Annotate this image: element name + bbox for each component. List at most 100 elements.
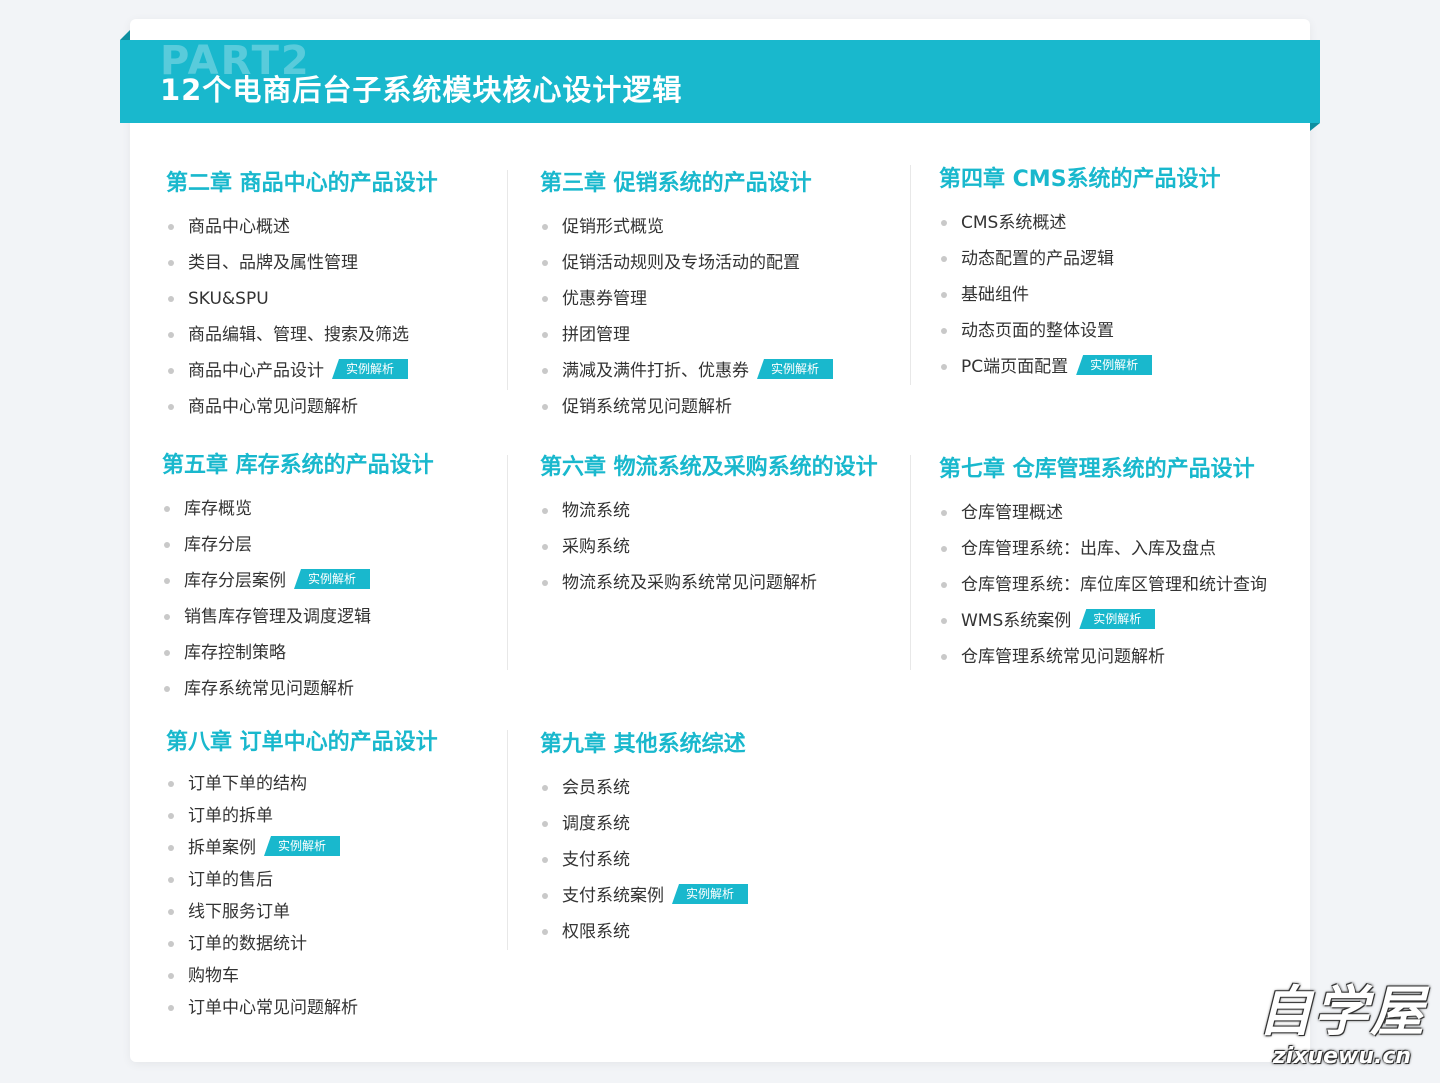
list-item: 订单的拆单 [166, 800, 438, 832]
list-item-text: PC端页面配置 [961, 357, 1069, 377]
column-divider [910, 165, 911, 385]
list-item: 订单下单的结构 [166, 768, 438, 800]
list-item-text: 权限系统 [562, 922, 630, 942]
list-item-text: 优惠券管理 [562, 289, 647, 309]
bullet-dot-icon [164, 542, 170, 548]
list-item-text: 商品中心常见问题解析 [188, 397, 358, 417]
chapter-3: 第三章 促销系统的产品设计 促销形式概览 促销活动规则及专场活动的配置 优惠券管理拼… [540, 165, 834, 425]
list-item: 类目、品牌及属性管理 [166, 245, 438, 281]
bullet-dot-icon [168, 877, 174, 883]
banner-fold-left [120, 30, 130, 40]
list-item-text: 物流系统及采购系统常见问题解析 [562, 573, 817, 593]
list-item-text: 仓库管理概述 [961, 503, 1063, 523]
chapter-item-list: 商品中心概述 类目、品牌及属性管理 SKU&SPU 商品编辑、管理、搜索及筛选 商品中心… [166, 209, 438, 425]
list-item-text: 订单的拆单 [188, 806, 273, 826]
list-item-text: 促销活动规则及专场活动的配置 [562, 253, 800, 273]
bullet-dot-icon [168, 404, 174, 410]
list-item-text: 商品中心概述 [188, 217, 290, 237]
example-badge: 实例解析 [672, 884, 749, 904]
list-item: 优惠券管理 [540, 281, 833, 317]
bullet-dot-icon [941, 618, 947, 624]
chapter-item-list: 库存概览 库存分层 库存分层案例 实例解析 销售库存管理及调度逻辑 库存控制策略 库存系统常… [162, 491, 434, 707]
list-item: 库存控制策略 [162, 635, 434, 671]
chapter-item-list: 会员系统 调度系统 支付系统 支付系统案例 实例解析 权限系统 [540, 770, 749, 950]
chapter-title: 第八章 订单中心的产品设计 [166, 730, 438, 755]
list-item: SKU&SPU [166, 281, 438, 317]
watermark-en: zixuewu.cn [1272, 1044, 1412, 1069]
list-item-text: 动态配置的产品逻辑 [961, 249, 1114, 269]
list-item-text: 会员系统 [562, 778, 630, 798]
bullet-dot-icon [168, 296, 174, 302]
bullet-dot-icon [542, 821, 548, 827]
bullet-dot-icon [542, 508, 548, 514]
list-item: 库存分层案例 实例解析 [162, 563, 434, 599]
bullet-dot-icon [164, 614, 170, 620]
list-item: 动态配置的产品逻辑 [939, 241, 1221, 277]
list-item-text: 订单中心常见问题解析 [188, 998, 358, 1018]
list-item: 动态页面的整体设置 [939, 313, 1221, 349]
bullet-dot-icon [168, 909, 174, 915]
bullet-dot-icon [164, 686, 170, 692]
list-item: 库存概览 [162, 491, 434, 527]
part-banner: PART2 12个电商后台子系统模块核心设计逻辑 [120, 40, 1320, 123]
example-badge: 实例解析 [757, 359, 834, 379]
example-badge: 实例解析 [1079, 609, 1156, 629]
list-item-text: 订单的数据统计 [188, 934, 307, 954]
list-item-text: 商品中心产品设计 [188, 361, 324, 381]
bullet-dot-icon [941, 220, 947, 226]
list-item-text: 购物车 [188, 966, 239, 986]
bullet-dot-icon [168, 260, 174, 266]
list-item: 订单中心常见问题解析 [166, 992, 438, 1024]
chapter-item-list: 促销形式概览 促销活动规则及专场活动的配置 优惠券管理 拼团管理 满减及满件打折、优惠券… [540, 209, 834, 425]
list-item: 支付系统案例 实例解析 [540, 878, 749, 914]
list-item-text: 销售库存管理及调度逻辑 [184, 607, 371, 627]
bullet-dot-icon [168, 224, 174, 230]
list-item-text: 库存概览 [184, 499, 252, 519]
list-item: 支付系统 [540, 842, 748, 878]
list-item-text: 调度系统 [562, 814, 630, 834]
list-item-text: SKU&SPU [188, 289, 269, 309]
chapter-title: 第二章 商品中心的产品设计 [166, 171, 438, 196]
list-item: 商品中心常见问题解析 [166, 389, 438, 425]
list-item: 仓库管理系统：库位库区管理和统计查询 [939, 567, 1267, 603]
bullet-dot-icon [542, 785, 548, 791]
list-item-text: 类目、品牌及属性管理 [188, 253, 358, 273]
bullet-dot-icon [164, 578, 170, 584]
bullet-dot-icon [941, 328, 947, 334]
example-badge: 实例解析 [264, 836, 341, 856]
bullet-dot-icon [168, 941, 174, 947]
list-item-text: 拆单案例 [188, 838, 256, 858]
bullet-dot-icon [168, 332, 174, 338]
list-item: 仓库管理系统常见问题解析 [939, 639, 1267, 675]
bullet-dot-icon [542, 857, 548, 863]
list-item-text: 支付系统案例 [562, 886, 664, 906]
list-item: CMS系统概述 [939, 205, 1221, 241]
list-item: 商品中心概述 [166, 209, 438, 245]
list-item-text: 物流系统 [562, 501, 630, 521]
list-item: 仓库管理系统：出库、入库及盘点 [939, 531, 1267, 567]
list-item-text: 库存系统常见问题解析 [184, 679, 354, 699]
site-watermark: 自学屋 zixuewu.cn [1252, 980, 1432, 1070]
bullet-dot-icon [168, 781, 174, 787]
list-item: 权限系统 [540, 914, 748, 950]
list-item-text: 拼团管理 [562, 325, 630, 345]
banner-title: 12个电商后台子系统模块核心设计逻辑 [160, 73, 683, 107]
list-item: 促销系统常见问题解析 [540, 389, 833, 425]
list-item: 购物车 [166, 960, 438, 992]
chapter-9: 第九章 其他系统综述 会员系统 调度系统 支付系统 支付系统案例 实例解析 权限系统 [540, 726, 749, 950]
chapter-title: 第六章 物流系统及采购系统的设计 [540, 455, 878, 480]
list-item: 拼团管理 [540, 317, 833, 353]
list-item: 促销活动规则及专场活动的配置 [540, 245, 833, 281]
bullet-dot-icon [542, 580, 548, 586]
bullet-dot-icon [941, 582, 947, 588]
list-item: 物流系统 [540, 493, 878, 529]
list-item-text: 订单下单的结构 [188, 774, 307, 794]
bullet-dot-icon [542, 404, 548, 410]
chapter-title: 第五章 库存系统的产品设计 [162, 453, 434, 478]
list-item: 销售库存管理及调度逻辑 [162, 599, 434, 635]
list-item: PC端页面配置 实例解析 [939, 349, 1221, 385]
bullet-dot-icon [542, 332, 548, 338]
list-item-text: 满减及满件打折、优惠券 [562, 361, 749, 381]
bullet-dot-icon [542, 224, 548, 230]
list-item-text: 仓库管理系统：出库、入库及盘点 [961, 539, 1216, 559]
